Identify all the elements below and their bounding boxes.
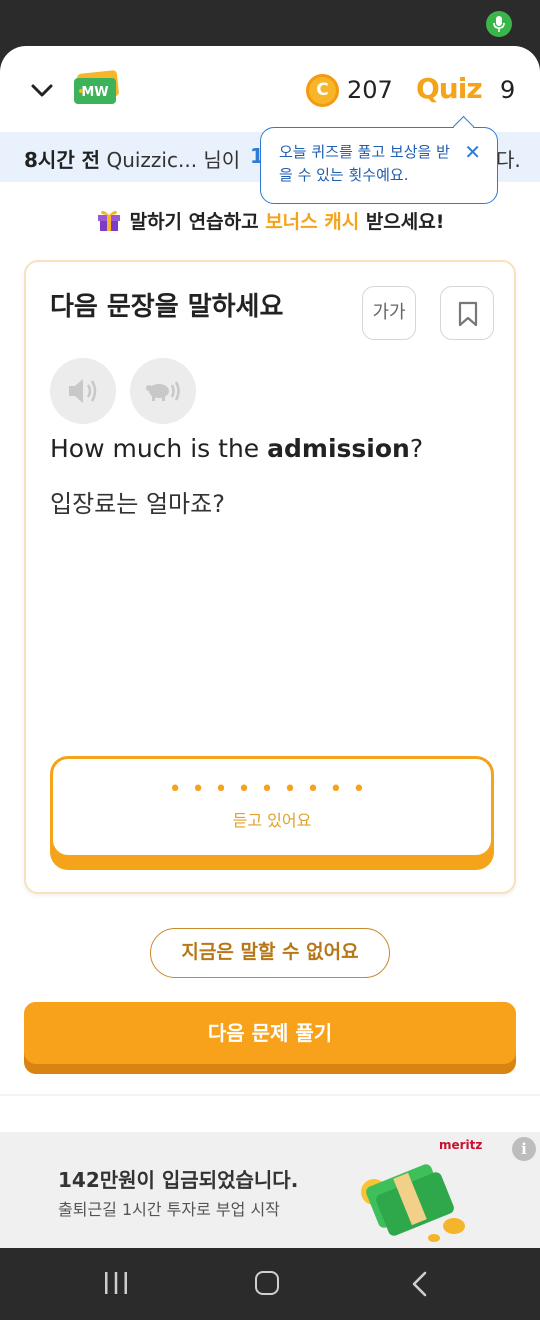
next-question-label: 다음 문제 풀기 [24, 1002, 516, 1064]
recent-apps-icon[interactable] [104, 1272, 128, 1294]
font-size-button[interactable]: 가가 [362, 286, 416, 340]
korean-translation: 입장료는 얼마죠? [50, 490, 225, 518]
mw-logo-icon[interactable]: MW [72, 70, 120, 106]
quiz-logo[interactable]: Quiz [416, 72, 483, 105]
home-icon[interactable] [255, 1271, 279, 1295]
ad-subtitle: 출퇴근길 1시간 투자로 부업 시작 [58, 1200, 280, 1219]
status-bar [0, 0, 540, 48]
speaking-card: 다음 문장을 말하세요 가가 How much is the admission… [24, 260, 516, 894]
svg-text:MW: MW [81, 85, 108, 100]
quiz-count-tooltip: 오늘 퀴즈를 풀고 보상을 받을 수 있는 횟수예요. ✕ [260, 127, 498, 204]
system-navigation-bar [0, 1248, 540, 1320]
app-screen: MW C 207 Quiz 9 8시간 전 Quizzic... 님이 1 다.… [0, 46, 540, 1248]
play-slow-audio-button[interactable] [130, 358, 196, 424]
ad-info-icon[interactable]: i [512, 1137, 536, 1161]
turtle-speaker-icon [146, 381, 180, 401]
play-audio-button[interactable] [50, 358, 116, 424]
coin-icon: C [306, 74, 339, 107]
listening-dots: ••••••••• [168, 777, 376, 802]
money-stack-icon [361, 1164, 465, 1242]
bookmark-icon [458, 301, 478, 327]
next-question-button[interactable]: 다음 문제 풀기 [24, 1002, 516, 1074]
chevron-down-icon[interactable] [28, 76, 56, 104]
cant-speak-button[interactable]: 지금은 말할 수 없어요 [150, 928, 390, 978]
tooltip-close-icon[interactable]: ✕ [464, 142, 481, 162]
tooltip-text: 오늘 퀴즈를 풀고 보상을 받을 수 있는 횟수예요. [279, 143, 450, 184]
bonus-promo: 말하기 연습하고 보너스 캐시 받으세요! [0, 206, 540, 236]
ticker-tail: 다. [496, 148, 521, 172]
card-title: 다음 문장을 말하세요 [50, 292, 284, 322]
quiz-count: 9 [500, 76, 516, 104]
english-sentence: How much is the admission? [50, 434, 424, 463]
listening-panel: ••••••••• 듣고 있어요 [53, 759, 491, 855]
listening-indicator[interactable]: ••••••••• 듣고 있어요 [50, 756, 494, 870]
coin-count: 207 [347, 76, 393, 104]
bookmark-button[interactable] [440, 286, 494, 340]
listening-label: 듣고 있어요 [232, 811, 312, 830]
gift-icon [97, 210, 120, 231]
divider [0, 1094, 540, 1096]
ad-banner[interactable]: 142만원이 입금되었습니다. 출퇴근길 1시간 투자로 부업 시작 merit… [0, 1132, 540, 1248]
ad-title: 142만원이 입금되었습니다. [58, 1168, 299, 1192]
back-icon[interactable] [408, 1270, 432, 1298]
microphone-indicator-icon [486, 11, 512, 37]
speaker-icon [69, 379, 97, 403]
ticker-text: 8시간 전 Quizzic... 님이 [24, 148, 241, 172]
